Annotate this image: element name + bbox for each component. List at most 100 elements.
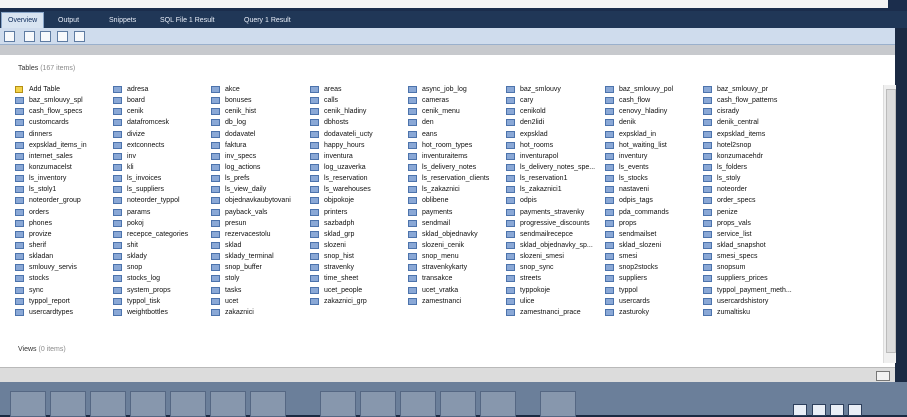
table-item[interactable]: sklad_slozeni xyxy=(605,240,673,251)
table-item[interactable]: sherif xyxy=(15,240,87,251)
table-item[interactable]: sklad_objednavky_sp... xyxy=(506,240,595,251)
table-item[interactable]: ls_reservation xyxy=(310,173,373,184)
table-item[interactable]: cash_flow_patterns xyxy=(703,95,792,106)
table-item[interactable]: calls xyxy=(310,95,373,106)
table-item[interactable]: eans xyxy=(408,129,489,140)
table-item[interactable]: cenovy_hladiny xyxy=(605,106,673,117)
table-item[interactable]: ulice xyxy=(506,296,595,307)
taskbar-button[interactable] xyxy=(480,391,516,417)
taskbar-button[interactable] xyxy=(400,391,436,417)
table-item[interactable]: ls_view_daily xyxy=(211,184,291,195)
taskbar-button[interactable] xyxy=(90,391,126,417)
table-item[interactable]: board xyxy=(113,95,188,106)
table-item[interactable]: cash_flow_specs xyxy=(15,106,87,117)
table-item[interactable]: sync xyxy=(15,285,87,296)
table-item[interactable]: stocks_log xyxy=(113,273,188,284)
table-item[interactable]: inventura xyxy=(310,151,373,162)
table-item[interactable]: snop2stocks xyxy=(605,262,673,273)
table-item[interactable]: dodavatel xyxy=(211,129,291,140)
tray-icon[interactable] xyxy=(848,404,862,416)
table-item[interactable]: snop_buffer xyxy=(211,262,291,273)
table-item[interactable]: smlouvy_servis xyxy=(15,262,87,273)
table-item[interactable]: denik_central xyxy=(703,117,792,128)
table-item[interactable]: cenikold xyxy=(506,106,595,117)
table-item[interactable]: typpol_payment_meth... xyxy=(703,285,792,296)
table-item[interactable]: odpis_tags xyxy=(605,195,673,206)
table-item[interactable]: log_actions xyxy=(211,162,291,173)
views-section-header[interactable]: Views (0 items) xyxy=(18,346,66,353)
table-item[interactable]: smesi xyxy=(605,251,673,262)
table-item[interactable]: zamestnanci_prace xyxy=(506,307,595,318)
table-item[interactable]: payback_vals xyxy=(211,207,291,218)
tab-output[interactable]: Output xyxy=(52,13,85,28)
table-item[interactable]: dinners xyxy=(15,129,87,140)
table-item[interactable]: provize xyxy=(15,229,87,240)
table-item[interactable]: noteorder_group xyxy=(15,195,87,206)
table-item[interactable]: datafromcesk xyxy=(113,117,188,128)
table-item[interactable]: presun xyxy=(211,218,291,229)
scrollbar-thumb[interactable] xyxy=(886,89,896,353)
table-item[interactable]: internet_sales xyxy=(15,151,87,162)
table-item[interactable]: ls_reservation1 xyxy=(506,173,595,184)
table-item[interactable]: log_uzaverka xyxy=(310,162,373,173)
table-item[interactable]: ucet_vratka xyxy=(408,285,489,296)
table-item[interactable]: hot_room_types xyxy=(408,140,489,151)
table-item[interactable]: adresa xyxy=(113,84,188,95)
table-item[interactable]: sklad_objednavky xyxy=(408,229,489,240)
table-item[interactable]: ls_warehouses xyxy=(310,184,373,195)
table-item[interactable]: rezervacestolu xyxy=(211,229,291,240)
tray-icon[interactable] xyxy=(812,404,826,416)
taskbar-button[interactable] xyxy=(10,391,46,417)
taskbar-button[interactable] xyxy=(360,391,396,417)
table-item[interactable]: areas xyxy=(310,84,373,95)
table-item[interactable]: extconnects xyxy=(113,140,188,151)
table-item[interactable]: typpokoje xyxy=(506,285,595,296)
table-item[interactable]: usercards xyxy=(605,296,673,307)
table-item[interactable]: slozeni_smesi xyxy=(506,251,595,262)
table-item[interactable]: ls_zakaznici1 xyxy=(506,184,595,195)
table-item[interactable]: bonuses xyxy=(211,95,291,106)
taskbar-button[interactable] xyxy=(540,391,576,417)
table-item[interactable]: sklad_snapshot xyxy=(703,240,792,251)
refresh-icon[interactable] xyxy=(4,31,15,42)
table-item[interactable]: ls_delivery_notes xyxy=(408,162,489,173)
table-item[interactable]: zakaznici xyxy=(211,307,291,318)
table-item[interactable]: cash_flow xyxy=(605,95,673,106)
table-item[interactable]: ls_inventory xyxy=(15,173,87,184)
table-item[interactable]: cameras xyxy=(408,95,489,106)
table-item[interactable]: cenik_hladiny xyxy=(310,106,373,117)
table-item[interactable]: konzumacelst xyxy=(15,162,87,173)
taskbar-button[interactable] xyxy=(320,391,356,417)
table-item[interactable]: typpol xyxy=(605,285,673,296)
table-item[interactable]: denik xyxy=(605,117,673,128)
tray-icon[interactable] xyxy=(830,404,844,416)
table-item[interactable]: sendmail xyxy=(408,218,489,229)
taskbar-button[interactable] xyxy=(250,391,286,417)
table-item[interactable]: pokoj xyxy=(113,218,188,229)
table-item[interactable]: db_log xyxy=(211,117,291,128)
table-item[interactable]: dodavateli_ucty xyxy=(310,129,373,140)
table-item[interactable]: streets xyxy=(506,273,595,284)
table-item[interactable]: typpol_report xyxy=(15,296,87,307)
table-item[interactable]: ucet xyxy=(211,296,291,307)
table-item[interactable]: system_props xyxy=(113,285,188,296)
table-item[interactable]: dbhosts xyxy=(310,117,373,128)
table-item[interactable]: usercardtypes xyxy=(15,307,87,318)
table-item[interactable]: ls_stocks xyxy=(605,173,673,184)
taskbar-button[interactable] xyxy=(130,391,166,417)
table-item[interactable]: oblibene xyxy=(408,195,489,206)
table-item[interactable]: inv_specs xyxy=(211,151,291,162)
table-item[interactable]: typpol_tisk xyxy=(113,296,188,307)
table-item[interactable]: sklad_grp xyxy=(310,229,373,240)
table-item[interactable]: baz_smlouvy_spl xyxy=(15,95,87,106)
table-item[interactable]: snop_sync xyxy=(506,262,595,273)
table-item[interactable]: sendmailrecepce xyxy=(506,229,595,240)
table-item[interactable]: expsklad_items xyxy=(703,129,792,140)
table-item[interactable]: zumaltisku xyxy=(703,307,792,318)
table-item[interactable]: inventury xyxy=(605,151,673,162)
taskbar-button[interactable] xyxy=(210,391,246,417)
table-item[interactable]: params xyxy=(113,207,188,218)
taskbar-button[interactable] xyxy=(440,391,476,417)
add-table-item[interactable]: Add Table xyxy=(15,84,87,95)
table-item[interactable]: inventuraitems xyxy=(408,151,489,162)
